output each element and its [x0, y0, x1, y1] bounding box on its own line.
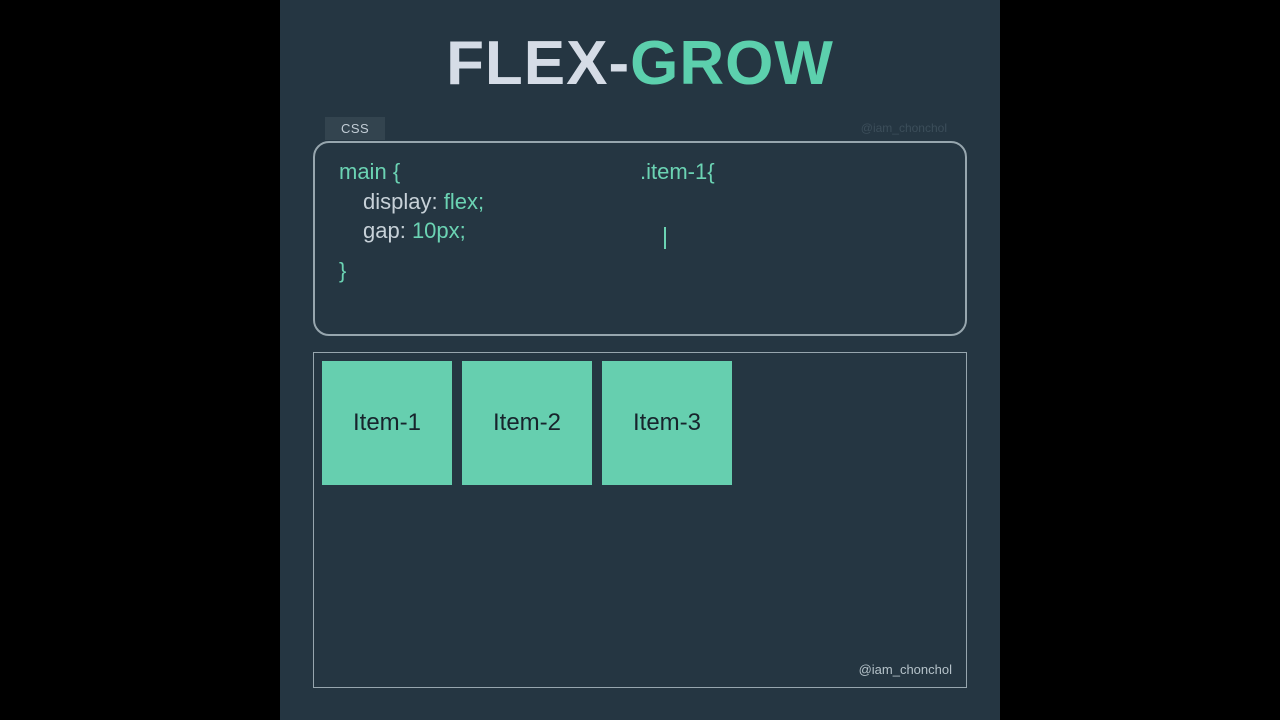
title-word-2: GROW [630, 29, 834, 98]
slide-stage: FLEX-GROW CSS @iam_chonchol main { displ… [280, 0, 1000, 720]
flex-item-2: Item-2 [462, 361, 592, 485]
code-open-brace-left: { [393, 159, 400, 184]
code-open-brace-right: { [707, 159, 714, 184]
code-selector-main: main [339, 159, 387, 184]
code-prop-display: display: [363, 187, 438, 217]
demo-box: Item-1 Item-2 Item-3 @iam_chonchol [313, 352, 967, 688]
code-prop-gap: gap: [363, 216, 406, 246]
code-selector-item1: .item-1 [640, 159, 707, 184]
watermark-bottom: @iam_chonchol [859, 662, 952, 677]
watermark-top: @iam_chonchol [861, 121, 947, 135]
tab-css[interactable]: CSS [325, 117, 385, 140]
code-box: main { display: flex; gap: 10px; } .item… [313, 141, 967, 336]
code-val-10px: 10px; [406, 218, 466, 243]
text-cursor-icon [664, 227, 666, 249]
code-right-column: .item-1{ [640, 157, 941, 320]
flex-container: Item-1 Item-2 Item-3 [322, 361, 958, 485]
title-word-1: FLEX- [446, 29, 630, 98]
code-close-brace-left: } [339, 258, 346, 283]
tab-row: CSS @iam_chonchol [313, 117, 967, 141]
code-val-flex: flex; [438, 189, 484, 214]
flex-item-1: Item-1 [322, 361, 452, 485]
page-title: FLEX-GROW [280, 28, 1000, 99]
flex-item-3: Item-3 [602, 361, 732, 485]
code-left-column: main { display: flex; gap: 10px; } [339, 157, 640, 320]
